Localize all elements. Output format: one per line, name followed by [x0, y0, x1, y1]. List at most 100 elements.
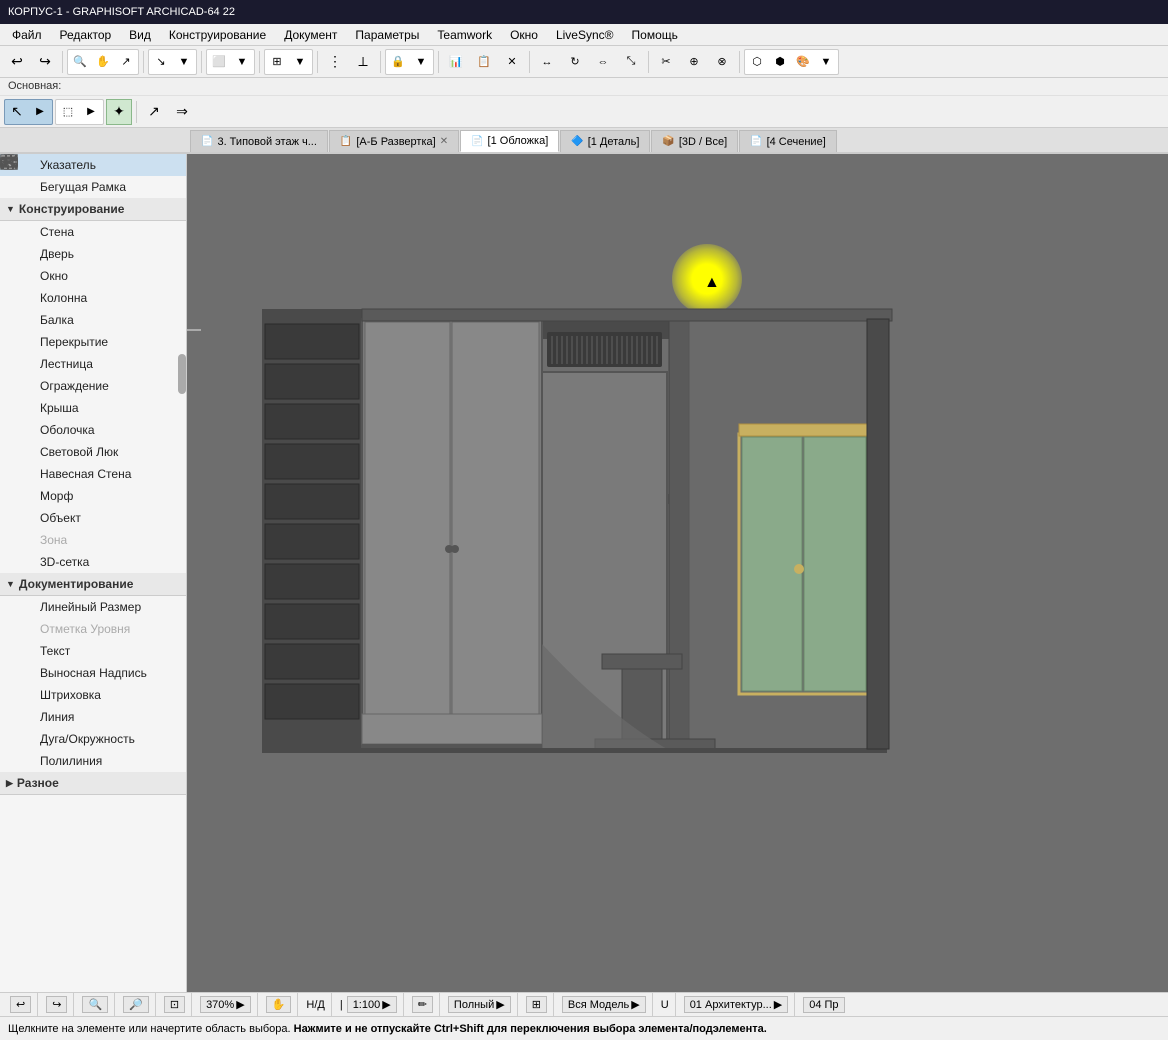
sidebar-item-wall[interactable]: Стена [0, 221, 186, 243]
menu-view[interactable]: Вид [121, 26, 159, 44]
sidebar-item-morph[interactable]: Морф [0, 485, 186, 507]
sidebar-item-railing[interactable]: Ограждение [0, 375, 186, 397]
zoom-fit-btn[interactable]: ⊡ [164, 996, 185, 1013]
grid-drop-tb[interactable]: ▼ [289, 51, 311, 73]
tab-detail[interactable]: 🔷 [1 Деталь] [560, 130, 650, 152]
extra-status[interactable]: 04 Пр [797, 993, 850, 1016]
tab-cover[interactable]: 📄 [1 Обложка] [460, 130, 559, 152]
pen-status[interactable]: ✏ [406, 993, 440, 1016]
layer-status[interactable]: 01 Архитектур... ▶ [678, 993, 796, 1016]
zoom-decrease-btn[interactable]: 🔍 [82, 996, 108, 1013]
sidebar-item-arc[interactable]: Дуга/Окружность [0, 728, 186, 750]
sidebar-item-slab[interactable]: Перекрытие [0, 331, 186, 353]
rect-drop-tb[interactable]: ▼ [231, 51, 253, 73]
move-tb[interactable]: ↔ [534, 49, 560, 75]
sidebar-item-text[interactable]: T Текст [0, 640, 186, 662]
pan-tb[interactable]: ✋ [92, 51, 114, 73]
scale-btn[interactable]: 1:100 ▶ [347, 996, 397, 1013]
section-misc-header[interactable]: ▶ Разное [0, 772, 186, 795]
scale-status[interactable]: | 1:100 ▶ [334, 993, 404, 1016]
tab-floor-plan[interactable]: 📄 3. Типовой этаж ч... [190, 130, 328, 152]
sidebar-item-column[interactable]: Колонна [0, 287, 186, 309]
tab-elevation-close[interactable]: ✕ [440, 136, 448, 147]
menu-params[interactable]: Параметры [347, 26, 427, 44]
sidebar-item-curtain[interactable]: Навесная Стена [0, 463, 186, 485]
sidebar-item-skylight[interactable]: Световой Люк [0, 441, 186, 463]
list-tb[interactable]: 📋 [471, 49, 497, 75]
constraint-tb[interactable]: ⟂ [350, 49, 376, 75]
sidebar-item-shell[interactable]: Оболочка [0, 419, 186, 441]
sidebar-item-mesh[interactable]: 3D-сетка [0, 551, 186, 573]
dropdwn-tb[interactable]: ▼ [173, 51, 195, 73]
sidebar-item-hatch[interactable]: Штриховка [0, 684, 186, 706]
pen-btn[interactable]: ✏ [412, 996, 433, 1013]
scale-tb[interactable]: ⤡ [618, 49, 644, 75]
pan-status-btn[interactable]: ✋ [266, 996, 292, 1013]
redo-button[interactable]: ↪ [32, 49, 58, 75]
split-tb[interactable]: ⊕ [681, 49, 707, 75]
x-tb[interactable]: ✕ [499, 49, 525, 75]
solid-tb[interactable]: ⬢ [769, 51, 791, 73]
orbit-tb[interactable]: ↗ [115, 51, 137, 73]
mirror-tb[interactable]: ⇔ [590, 49, 616, 75]
undo-button[interactable]: ↩ [4, 49, 30, 75]
menu-help[interactable]: Помощь [624, 26, 686, 44]
zoom-value-btn[interactable]: 370% ▶ [200, 996, 251, 1013]
model-scope-btn[interactable]: Вся Модель ▶ [562, 996, 646, 1013]
zoom-decrease-status[interactable]: 🔍 [76, 993, 115, 1016]
undo-status-btn[interactable]: ↩ [10, 996, 31, 1013]
sidebar-item-line[interactable]: Линия [0, 706, 186, 728]
zoom-in-tb[interactable]: 🔍 [69, 51, 91, 73]
wireframe-tb[interactable]: ⬡ [746, 51, 768, 73]
sidebar-item-dim[interactable]: 1.2 Линейный Размер [0, 596, 186, 618]
section-construction-header[interactable]: ▼ Конструирование [0, 198, 186, 221]
sidebar-item-pointer[interactable]: Указатель [0, 154, 186, 176]
sidebar-item-callout[interactable]: A⁻¹ Выносная Надпись [0, 662, 186, 684]
pointer-right-btn[interactable]: ↗ [141, 99, 167, 125]
sidebar-item-window[interactable]: Окно [0, 265, 186, 287]
arrow-tb[interactable]: ↘ [150, 51, 172, 73]
menu-file[interactable]: Файл [4, 26, 50, 44]
sidebar-item-roof[interactable]: Крыша [0, 397, 186, 419]
snap-tb[interactable]: ⋮ [322, 49, 348, 75]
rect-tb[interactable]: ⬜ [208, 51, 230, 73]
canvas-area[interactable]: ▲ [187, 154, 1168, 992]
sidebar-item-beam[interactable]: Балка [0, 309, 186, 331]
grid-status[interactable]: ⊞ [520, 993, 554, 1016]
marquee-drop-btn[interactable]: ▶ [80, 101, 102, 123]
zoom-increase-status[interactable]: 🔎 [117, 993, 156, 1016]
layer-btn[interactable]: 01 Архитектур... ▶ [684, 996, 789, 1013]
grid-tb[interactable]: ⊞ [266, 51, 288, 73]
model-scope-status[interactable]: Вся Модель ▶ [556, 993, 653, 1016]
zoom-fit-status[interactable]: ⊡ [158, 993, 192, 1016]
trim-tb[interactable]: ✂ [653, 49, 679, 75]
tab-elevation[interactable]: 📋 [А-Б Развертка] ✕ [329, 130, 459, 152]
select-drop-btn[interactable]: ▶ [29, 101, 51, 123]
lock-tb[interactable]: 🔒 [387, 51, 409, 73]
menu-editor[interactable]: Редактор [52, 26, 120, 44]
pan-status[interactable]: ✋ [260, 993, 299, 1016]
render-tb[interactable]: 🎨 [792, 51, 814, 73]
sidebar-item-running-frame[interactable]: Бегущая Рамка [0, 176, 186, 198]
info-tb[interactable]: 📊 [443, 49, 469, 75]
magic-wand-btn[interactable]: ✦ [106, 99, 132, 125]
marquee-btn[interactable]: ⬚ [57, 101, 79, 123]
zoom-increase-btn[interactable]: 🔎 [123, 996, 149, 1013]
tab-section[interactable]: 📄 [4 Сечение] [739, 130, 837, 152]
menu-document[interactable]: Документ [276, 26, 345, 44]
sidebar-item-stair[interactable]: Лестница [0, 353, 186, 375]
sidebar-item-polyline[interactable]: Полилиния [0, 750, 186, 772]
pointer-right2-btn[interactable]: ⇒ [169, 99, 195, 125]
lock-drop-tb[interactable]: ▼ [410, 51, 432, 73]
menu-livesync[interactable]: LiveSync® [548, 26, 622, 44]
view-mode-btn[interactable]: Полный ▶ [448, 996, 511, 1013]
rotate-tb[interactable]: ↻ [562, 49, 588, 75]
menu-construct[interactable]: Конструирование [161, 26, 274, 44]
menu-window[interactable]: Окно [502, 26, 546, 44]
redo-status[interactable]: ↪ [40, 993, 74, 1016]
select-arrow-btn[interactable]: ↖ [6, 101, 28, 123]
drop-view-tb[interactable]: ▼ [815, 51, 837, 73]
view-mode-status[interactable]: Полный ▶ [442, 993, 518, 1016]
sidebar-scroll-handle[interactable] [178, 354, 186, 394]
sidebar-item-door[interactable]: Дверь [0, 243, 186, 265]
